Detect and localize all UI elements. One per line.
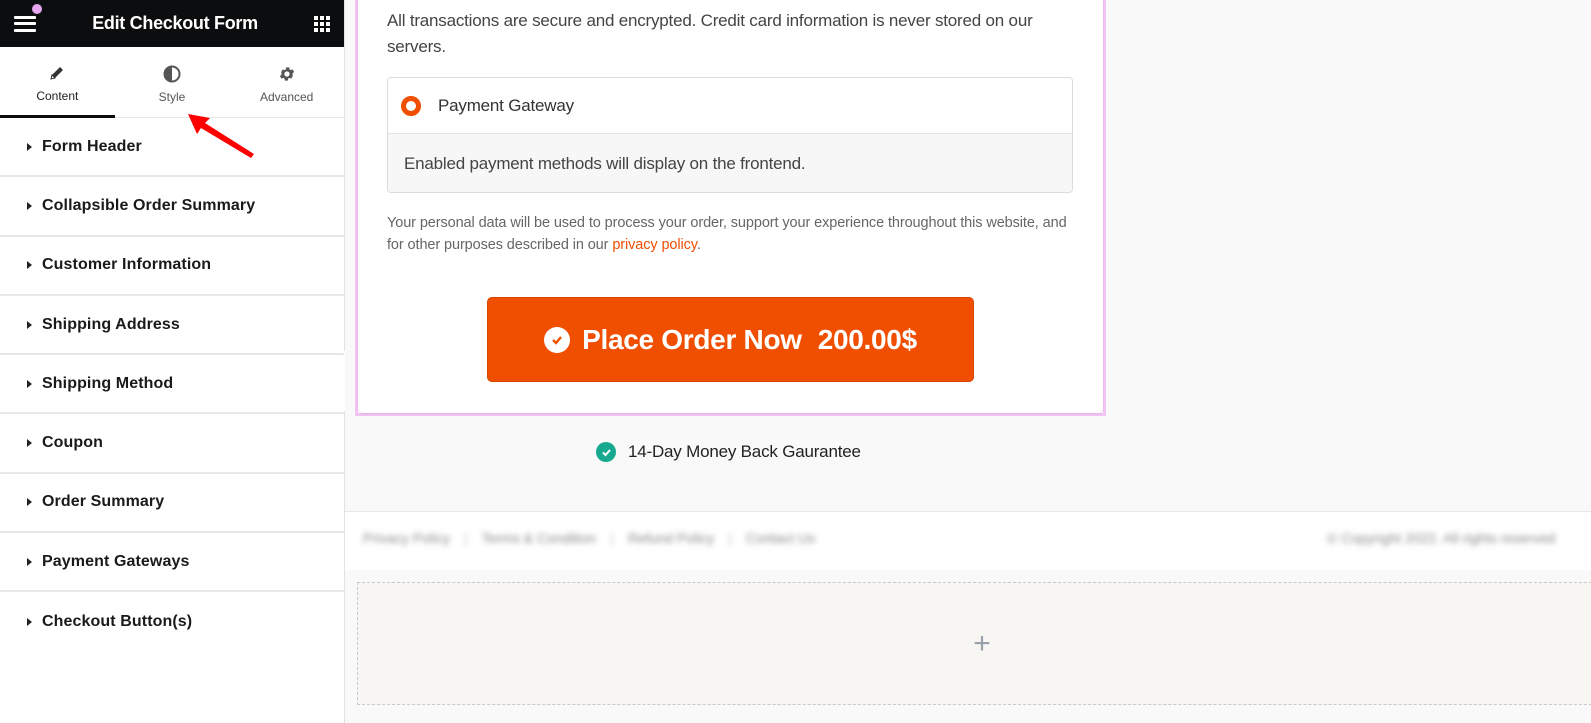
gear-icon [278, 64, 296, 84]
privacy-policy-link[interactable]: privacy policy [612, 237, 697, 253]
section-label: Checkout Button(s) [42, 613, 193, 631]
guarantee-text: 14-Day Money Back Gaurantee [628, 442, 861, 461]
panel-tabs: Content Style Advanced [0, 47, 344, 118]
tab-content-label: Content [36, 89, 79, 103]
footer-copyright: © Copyright 2022. All rights reserved [1327, 530, 1556, 546]
notification-dot [32, 4, 42, 14]
section-shipping-address[interactable]: Shipping Address [0, 296, 344, 356]
payment-gateway-note: Enabled payment methods will display on … [388, 134, 1072, 192]
section-label: Shipping Method [42, 374, 174, 392]
sidebar-topbar: Edit Checkout Form [0, 0, 344, 47]
footer-links: Privacy Policy | Terms & Condition | Refun… [363, 530, 829, 546]
check-circle-icon [596, 442, 616, 462]
menu-icon[interactable] [14, 15, 36, 32]
site-footer: Privacy Policy | Terms & Condition | Refun… [345, 511, 1591, 570]
checkout-form-card: All transactions are secure and encrypte… [358, 0, 1103, 413]
caret-right-icon [27, 201, 32, 210]
money-back-guarantee: 14-Day Money Back Gaurantee [596, 442, 861, 462]
footer-separator: | [464, 530, 468, 546]
caret-right-icon [27, 439, 32, 448]
section-label: Payment Gateways [42, 552, 190, 570]
section-collapsible-order-summary[interactable]: Collapsible Order Summary [0, 177, 344, 237]
section-order-summary[interactable]: Order Summary [0, 474, 344, 534]
privacy-notice: Your personal data will be used to proce… [387, 212, 1087, 256]
payment-gateway-label: Payment Gateway [438, 95, 574, 115]
section-label: Collapsible Order Summary [42, 196, 256, 214]
section-form-header[interactable]: Form Header [0, 118, 344, 178]
caret-right-icon [27, 320, 32, 329]
tab-advanced-label: Advanced [259, 90, 314, 104]
footer-separator: | [728, 530, 732, 546]
section-label: Order Summary [42, 493, 165, 511]
panel-title: Edit Checkout Form [92, 13, 258, 33]
privacy-text-end: . [696, 237, 701, 253]
section-customer-information[interactable]: Customer Information [0, 237, 344, 296]
widgets-grid-icon[interactable] [313, 15, 330, 32]
elementor-editor: Edit Checkout Form Content Style Advance… [0, 0, 1591, 723]
footer-link-terms[interactable]: Terms & Condition [482, 530, 596, 546]
place-order-label: Place Order Now [582, 323, 802, 355]
tab-content[interactable]: Content [0, 47, 115, 118]
order-total: 200.00$ [817, 323, 917, 355]
caret-right-icon [27, 142, 32, 151]
tab-style-label: Style [158, 90, 186, 104]
section-shipping-method[interactable]: Shipping Method [0, 355, 344, 415]
caret-right-icon [27, 379, 32, 388]
caret-right-icon [27, 618, 32, 627]
checkout-form-widget[interactable]: All transactions are secure and encrypte… [355, 0, 1106, 416]
section-checkout-buttons[interactable]: Checkout Button(s) [0, 592, 344, 651]
section-list: Form Header Collapsible Order Summary Cu… [0, 118, 344, 652]
section-label: Form Header [42, 137, 142, 155]
footer-separator: | [610, 530, 614, 546]
section-label: Coupon [42, 434, 104, 452]
tab-advanced[interactable]: Advanced [229, 47, 344, 117]
footer-link-privacy[interactable]: Privacy Policy [363, 530, 450, 546]
section-label: Shipping Address [42, 315, 180, 333]
check-circle-icon [544, 326, 571, 353]
contrast-icon [163, 64, 181, 84]
section-payment-gateways[interactable]: Payment Gateways [0, 533, 344, 593]
add-new-section-area[interactable]: + [357, 582, 1591, 705]
section-label: Customer Information [42, 256, 212, 274]
caret-right-icon [27, 261, 32, 270]
caret-right-icon [27, 498, 32, 507]
plus-icon[interactable]: + [973, 628, 991, 659]
payment-gateway-box: Payment Gateway Enabled payment methods … [387, 77, 1073, 193]
payment-gateway-option[interactable]: Payment Gateway [388, 78, 1072, 134]
footer-link-contact[interactable]: Contact Us [746, 530, 815, 546]
payment-gateway-radio[interactable] [401, 95, 421, 116]
caret-right-icon [27, 557, 32, 566]
pencil-icon [49, 63, 65, 83]
footer-link-refund[interactable]: Refund Policy [628, 530, 714, 546]
tab-style[interactable]: Style [115, 47, 230, 117]
editor-canvas: All transactions are secure and encrypte… [345, 0, 1591, 723]
editor-sidebar: Edit Checkout Form Content Style Advance… [0, 0, 345, 723]
privacy-text: Your personal data will be used to proce… [387, 215, 1067, 253]
section-coupon[interactable]: Coupon [0, 414, 344, 474]
place-order-button[interactable]: Place Order Now 200.00$ [487, 297, 974, 382]
secure-transactions-text: All transactions are secure and encrypte… [387, 11, 1033, 56]
